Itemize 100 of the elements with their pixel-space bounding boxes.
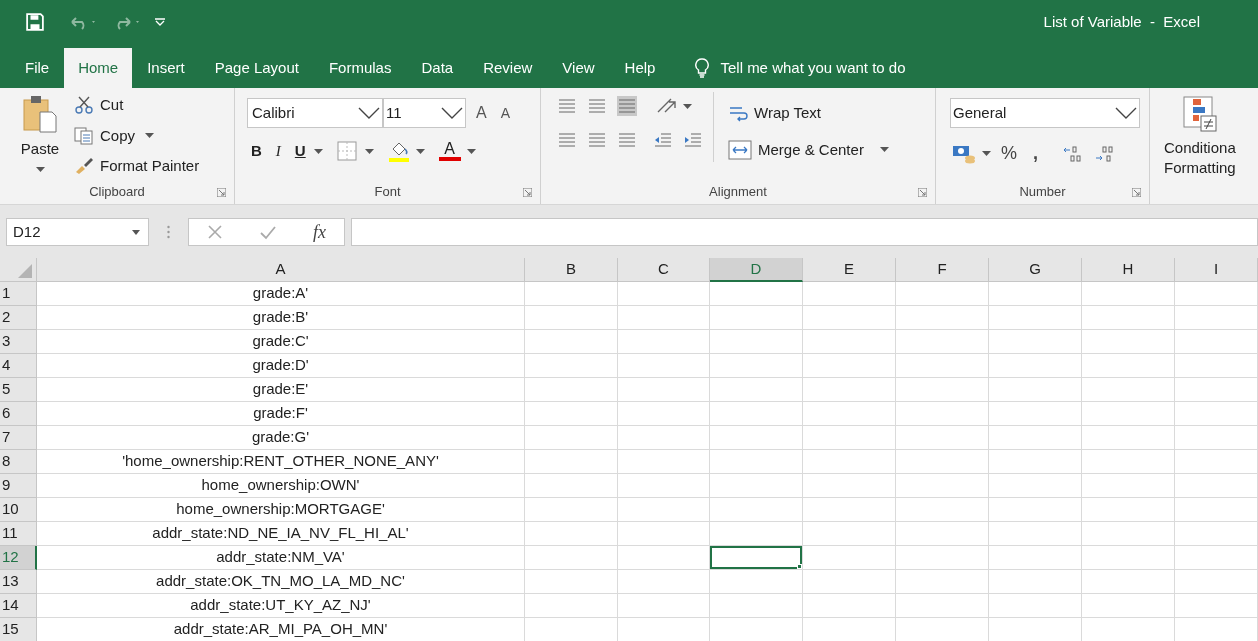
table-cell: home_ownership:OWN' [37,474,525,498]
cancel-icon[interactable] [207,224,223,240]
merge-center-button[interactable]: Merge & Center [728,138,889,161]
ribbon-tab[interactable]: Help [609,48,671,88]
name-box[interactable]: D12 [6,218,149,246]
paintbrush-icon[interactable] [74,157,94,176]
currency-icon[interactable] [952,143,976,164]
chevron-down-icon[interactable] [1115,107,1137,119]
row-header[interactable]: 2 [0,306,37,330]
paste-button[interactable]: Paste [10,88,70,180]
ribbon-tab[interactable]: File [10,48,65,88]
group-label: Alignment [709,183,767,202]
save-icon[interactable] [26,13,44,31]
font-size-field[interactable]: 11 [383,98,466,128]
active-cell[interactable] [710,546,803,570]
dialog-launcher-icon[interactable] [1132,188,1141,197]
scissors-icon[interactable] [74,96,94,115]
ribbon-tab[interactable]: Review [468,48,548,88]
enter-icon[interactable] [259,224,277,240]
format-painter-button[interactable]: Format Painter [74,155,200,178]
caret-icon[interactable] [35,166,45,172]
column-header[interactable]: H [1082,258,1175,282]
row-header[interactable]: 6 [0,402,37,426]
caret-icon[interactable] [683,103,692,109]
copy-button[interactable]: Copy [74,124,200,147]
copy-icon[interactable] [74,126,94,145]
row-header[interactable]: 4 [0,354,37,378]
increase-indent-icon[interactable] [683,130,703,150]
italic-button[interactable]: I [275,140,281,163]
grow-font-button[interactable]: A [476,101,487,125]
column-header[interactable]: F [896,258,989,282]
bold-button[interactable]: B [251,140,262,163]
decrease-indent-icon[interactable] [653,130,673,150]
row-header[interactable]: 12 [0,546,37,570]
formula-field[interactable] [351,218,1258,246]
table-cell: home_ownership:MORTGAGE' [37,498,525,522]
dialog-launcher-icon[interactable] [217,188,226,197]
customize-toolbar-icon[interactable] [154,17,166,27]
row-header[interactable]: 5 [0,378,37,402]
undo-icon[interactable] [68,14,98,30]
percent-style-button[interactable]: % [1001,140,1017,167]
table-cell: grade:F' [37,402,525,426]
row-header[interactable]: 3 [0,330,37,354]
column-header[interactable]: C [618,258,710,282]
table-cell: grade:D' [37,354,525,378]
caret-icon[interactable] [364,148,374,154]
caret-icon[interactable] [982,151,991,156]
row-header[interactable]: 10 [0,498,37,522]
group-label: Clipboard [89,183,145,202]
cut-button[interactable]: Cut [74,94,200,117]
row-header[interactable]: 1 [0,282,37,306]
insert-function-button[interactable]: fx [313,218,326,246]
tell-me-field[interactable]: Tell me what you want to do [694,48,906,88]
caret-icon[interactable] [313,148,323,154]
dropdown-icon[interactable] [132,229,140,235]
merge-icon[interactable] [728,139,752,160]
ribbon-tab[interactable]: Home [64,48,133,88]
caret-icon[interactable] [145,133,155,139]
font-color-button[interactable]: A [438,141,461,162]
conditional-formatting-button[interactable]: Conditiona Formatting [1164,88,1236,204]
font-name-field[interactable]: Calibri [247,98,383,128]
row-header[interactable]: 7 [0,426,37,450]
group-label: Number [1019,183,1066,202]
row-header[interactable]: 15 [0,618,37,641]
table-cell: addr_state:ND_NE_IA_NV_FL_HI_AL' [37,522,525,546]
ribbon-tab[interactable]: Page Layout [199,48,314,88]
column-header[interactable]: D [710,258,803,282]
column-header[interactable]: A [37,258,525,282]
comma-style-button[interactable]: , [1033,140,1039,167]
caret-icon[interactable] [466,148,476,154]
row-header[interactable]: 13 [0,570,37,594]
window-title: List of Variable - Excel [1043,11,1200,32]
column-header[interactable]: B [525,258,618,282]
row-header[interactable]: 11 [0,522,37,546]
dialog-launcher-icon[interactable] [523,188,532,197]
shrink-font-button[interactable]: A [500,102,510,124]
ribbon-tab[interactable]: Formulas [313,48,407,88]
conditional-format-icon[interactable] [1182,96,1217,132]
ribbon-tab[interactable]: Data [406,48,469,88]
wrap-text-button[interactable]: Wrap Text [728,102,889,125]
table-cell: grade:A' [37,282,525,306]
fill-color-icon[interactable] [387,140,410,163]
underline-button[interactable]: U [294,140,306,163]
column-header[interactable]: I [1175,258,1258,282]
row-header[interactable]: 14 [0,594,37,618]
dialog-launcher-icon[interactable] [918,188,927,197]
column-header[interactable]: G [989,258,1082,282]
column-header[interactable]: E [803,258,896,282]
lightbulb-icon[interactable] [694,58,711,78]
clipboard-icon[interactable] [22,94,58,134]
number-format-field[interactable]: General [950,98,1140,128]
row-header[interactable]: 8 [0,450,37,474]
ribbon-tab[interactable]: View [547,48,610,88]
ribbon-tab[interactable]: Insert [132,48,200,88]
row-header[interactable]: 9 [0,474,37,498]
table-cell: grade:G' [37,426,525,450]
caret-icon[interactable] [415,148,425,154]
chevron-down-icon[interactable] [441,107,463,119]
chevron-down-icon[interactable] [358,107,380,119]
caret-icon[interactable] [879,147,889,153]
